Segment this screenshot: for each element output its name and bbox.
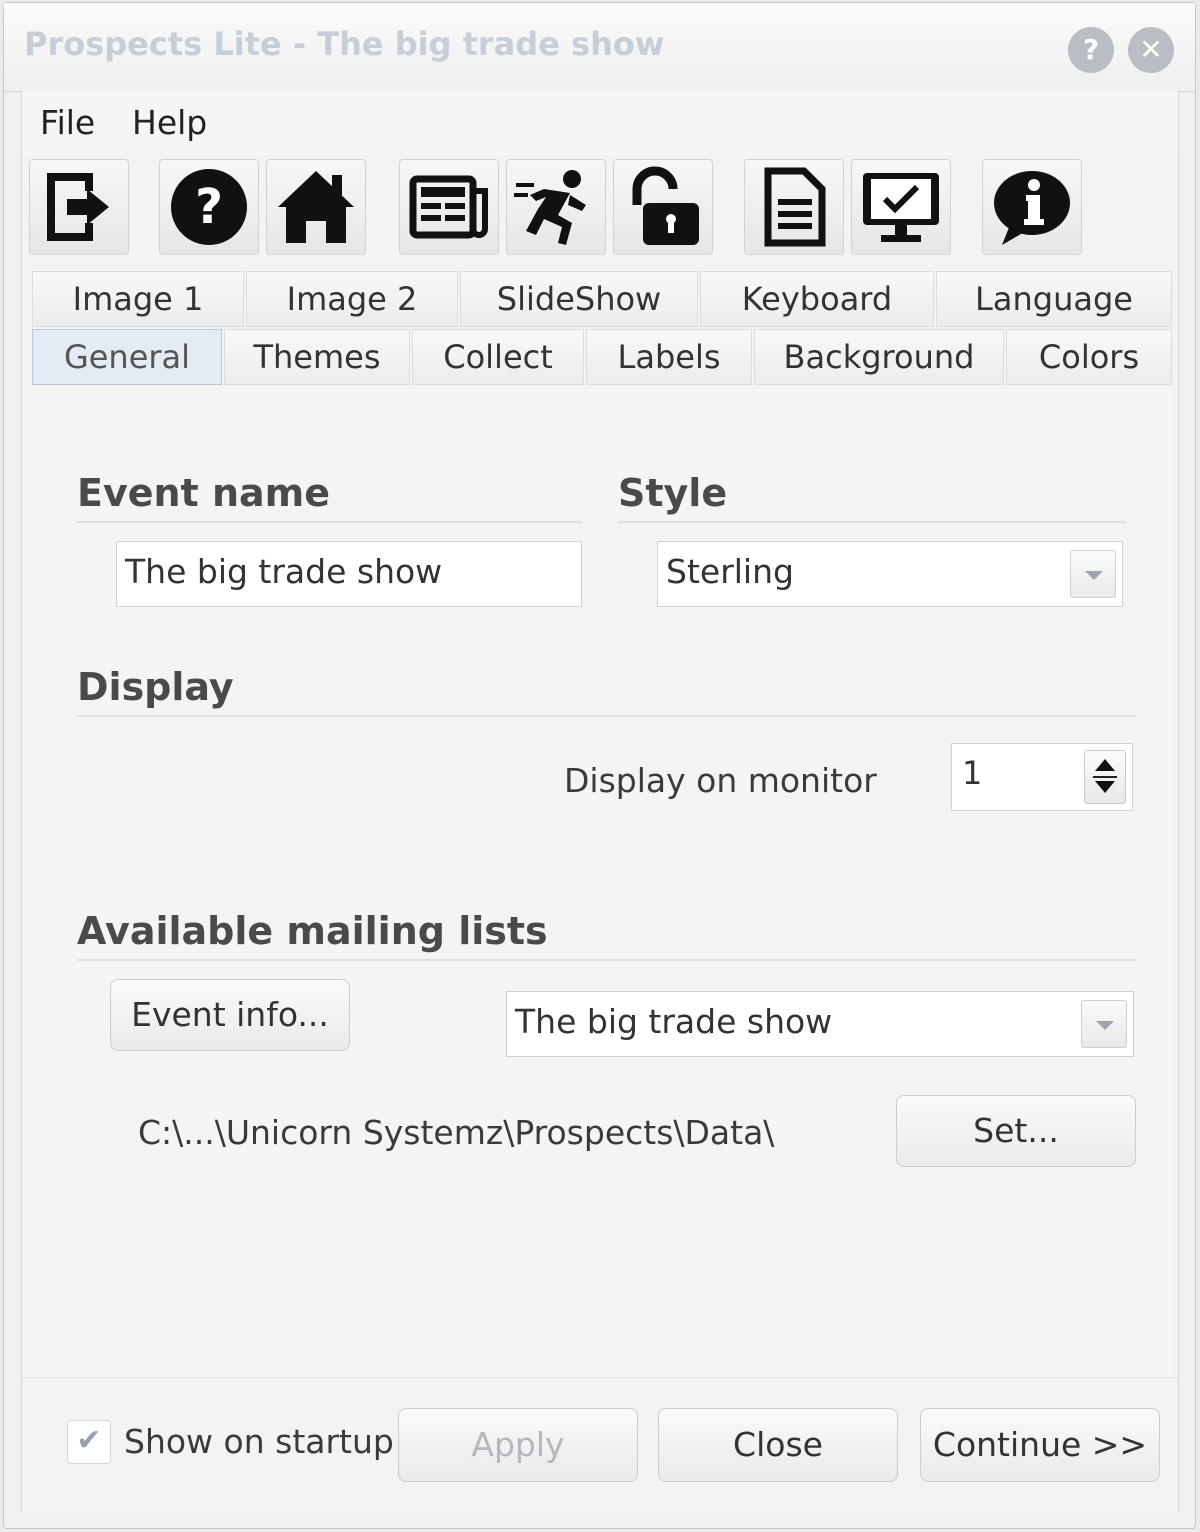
app-window: Prospects Lite - The big trade show ? ✕ … (3, 2, 1196, 1529)
home-button[interactable] (266, 159, 366, 255)
runner-button[interactable] (506, 159, 606, 255)
document-button[interactable] (744, 159, 844, 255)
event-name-input[interactable]: The big trade show (116, 541, 582, 607)
monitor-check-icon (863, 173, 939, 242)
runner-icon (514, 170, 586, 245)
window-title: Prospects Lite - The big trade show (24, 25, 665, 63)
mailing-list-select[interactable]: The big trade show (506, 991, 1134, 1057)
unlock-icon (632, 166, 699, 245)
spin-divider (1093, 776, 1117, 778)
spin-up-icon[interactable] (1095, 759, 1115, 771)
set-button[interactable]: Set... (896, 1095, 1136, 1167)
apply-button[interactable]: Apply (398, 1408, 638, 1482)
menu-file[interactable]: File (40, 103, 95, 142)
chevron-down-icon[interactable] (1081, 1000, 1127, 1048)
spin-buttons[interactable] (1084, 750, 1126, 804)
help-icon[interactable]: ? (1068, 27, 1114, 73)
footer: ✔ Show on startup Apply Close Continue >… (22, 1377, 1178, 1514)
tab-themes[interactable]: Themes (224, 329, 410, 385)
general-panel: Event name The big trade show Style Ster… (32, 387, 1172, 1377)
news-icon (409, 175, 488, 239)
monitor-button[interactable] (851, 159, 951, 255)
home-icon (278, 171, 354, 243)
style-select-value: Sterling (666, 552, 794, 591)
tab-keyboard[interactable]: Keyboard (700, 271, 934, 327)
info-bubble-icon (994, 171, 1070, 245)
menu-help[interactable]: Help (132, 103, 207, 142)
help-button[interactable]: ? (159, 159, 259, 255)
monitor-stepper[interactable]: 1 (951, 743, 1133, 811)
tab-colors[interactable]: Colors (1006, 329, 1172, 385)
exit-button[interactable] (29, 159, 129, 255)
tab-image-1[interactable]: Image 1 (32, 271, 244, 327)
style-heading: Style (618, 471, 728, 515)
spin-down-icon[interactable] (1095, 781, 1115, 793)
display-heading: Display (77, 665, 234, 709)
chevron-down-icon[interactable] (1070, 550, 1116, 598)
unlock-button[interactable] (613, 159, 713, 255)
event-name-divider (77, 521, 582, 523)
style-select[interactable]: Sterling (657, 541, 1123, 607)
exit-icon (47, 173, 109, 241)
tab-background[interactable]: Background (754, 329, 1004, 385)
toolbar: ? (22, 155, 1178, 259)
show-on-startup-label[interactable]: Show on startup (124, 1422, 394, 1461)
news-button[interactable] (399, 159, 499, 255)
close-icon[interactable]: ✕ (1128, 27, 1174, 73)
display-monitor-label: Display on monitor (564, 761, 877, 800)
title-bar[interactable]: Prospects Lite - The big trade show ? ✕ (4, 3, 1195, 92)
tab-language[interactable]: Language (936, 271, 1172, 327)
style-divider (618, 521, 1126, 523)
tab-image-2[interactable]: Image 2 (246, 271, 458, 327)
display-divider (77, 715, 1137, 717)
close-button[interactable]: Close (658, 1408, 898, 1482)
document-icon (764, 167, 826, 247)
mailing-lists-divider (77, 959, 1137, 961)
info-button[interactable] (982, 159, 1082, 255)
tab-collect[interactable]: Collect (412, 329, 584, 385)
mailing-lists-heading: Available mailing lists (77, 909, 548, 953)
tab-labels[interactable]: Labels (586, 329, 752, 385)
monitor-stepper-value: 1 (962, 754, 983, 792)
show-on-startup-checkbox[interactable]: ✔ (67, 1420, 111, 1464)
tab-general[interactable]: General (32, 329, 222, 385)
svg-text:?: ? (195, 179, 223, 235)
mailing-list-select-value: The big trade show (515, 1002, 833, 1041)
tab-strip: Image 1 Image 2 SlideShow Keyboard Langu… (32, 271, 1172, 387)
continue-button[interactable]: Continue >> (920, 1408, 1160, 1482)
event-info-button[interactable]: Event info... (110, 979, 350, 1051)
help-icon: ? (171, 169, 247, 245)
data-path: C:\...\Unicorn Systemz\Prospects\Data\ (138, 1113, 775, 1152)
tab-slideshow[interactable]: SlideShow (460, 271, 698, 327)
client-area: File Help ? Image 1 Image 2 SlideShow Ke… (21, 91, 1179, 1514)
event-name-heading: Event name (77, 471, 331, 515)
menu-bar: File Help (22, 91, 1178, 155)
